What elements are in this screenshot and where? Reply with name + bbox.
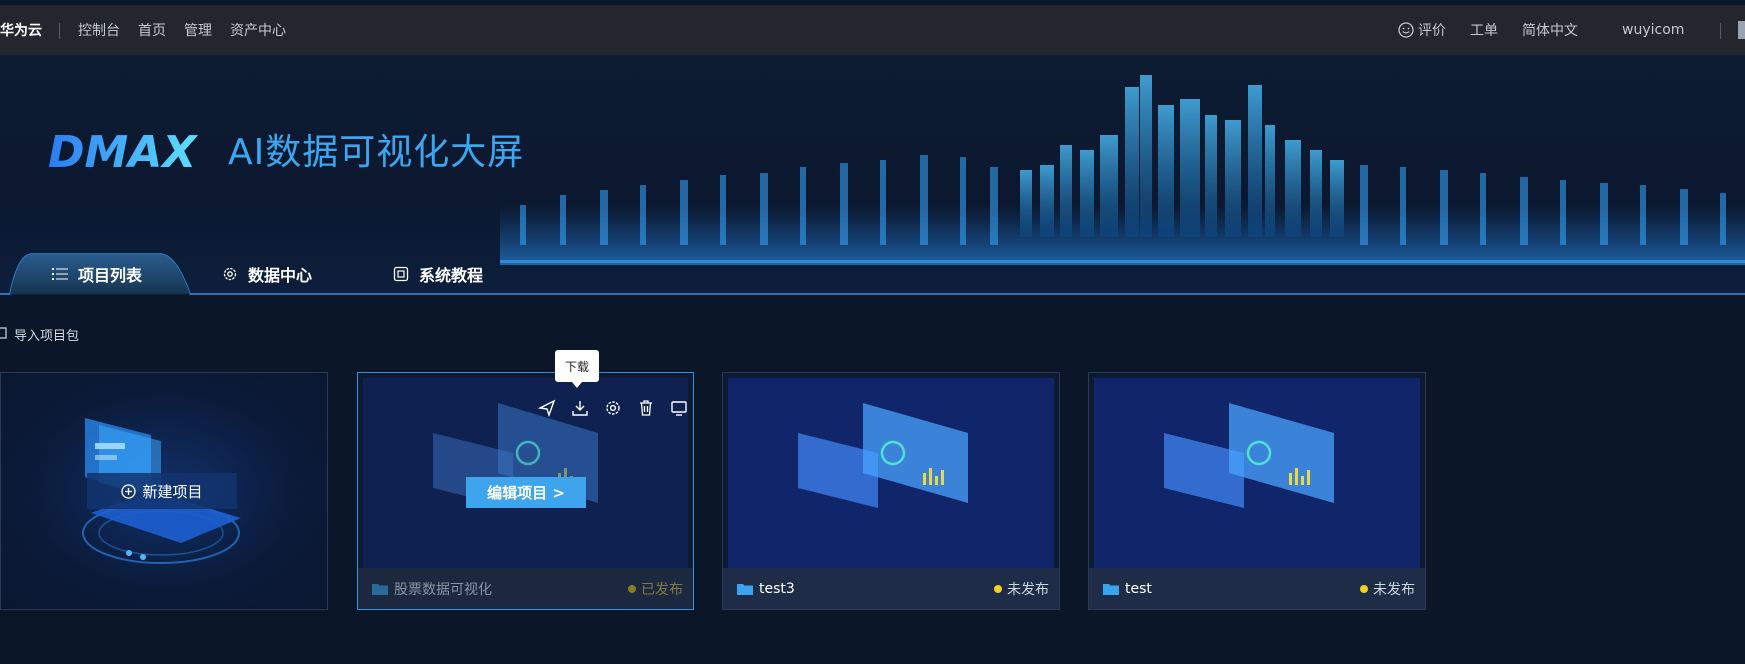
nav-assets[interactable]: 资产中心	[230, 20, 286, 40]
gear-icon	[222, 266, 238, 282]
nav-home[interactable]: 首页	[138, 20, 166, 40]
import-icon	[0, 326, 8, 343]
dmax-logo: DMAX	[48, 127, 198, 175]
folder-icon	[737, 582, 753, 595]
status-label: 未发布	[1373, 581, 1415, 598]
send-icon[interactable]	[536, 397, 558, 419]
tab-label: 项目列表	[78, 266, 143, 285]
new-project-label: 新建项目	[142, 482, 203, 501]
download-icon[interactable]	[569, 397, 591, 419]
tab-label: 系统教程	[419, 266, 484, 285]
project-card[interactable]: test3 未发布	[722, 372, 1060, 610]
status-badge: 未发布	[1360, 579, 1415, 599]
project-name[interactable]: 股票数据可视化	[372, 579, 492, 599]
logo-text: DMAX	[48, 127, 198, 175]
tab-tutorial[interactable]: 系统教程	[393, 252, 483, 296]
right-divider	[1720, 23, 1721, 39]
settings-icon[interactable]	[602, 397, 624, 419]
tab-label: 数据中心	[248, 266, 313, 285]
import-label: 导入项目包	[14, 329, 80, 344]
status-label: 未发布	[1007, 581, 1049, 598]
status-dot	[1360, 584, 1368, 593]
tab-project-list[interactable]: 项目列表	[52, 252, 142, 296]
folder-icon	[1103, 582, 1119, 595]
status-label: 已发布	[641, 581, 683, 598]
smiley-icon	[1398, 22, 1414, 38]
top-bar: 华为云 控制台 首页 管理 资产中心 评价 工单 简体中文 wuyicom	[0, 5, 1745, 55]
project-thumbnail	[1094, 378, 1420, 570]
project-card[interactable]: test 未发布	[1088, 372, 1426, 610]
download-tooltip: 下载	[555, 350, 599, 388]
new-project-card[interactable]: 新建项目	[0, 372, 328, 610]
top-nav: 控制台 首页 管理 资产中心	[78, 20, 286, 40]
preview-icon[interactable]	[668, 397, 690, 419]
brand-divider	[59, 23, 60, 39]
top-right-menu: 评价 工单 简体中文 wuyicom	[1398, 20, 1708, 40]
new-project-button[interactable]: 新建项目	[87, 473, 237, 509]
delete-icon[interactable]	[635, 397, 657, 419]
nav-console[interactable]: 控制台	[78, 20, 120, 40]
project-name-label: 股票数据可视化	[394, 581, 492, 598]
status-badge: 未发布	[994, 579, 1049, 599]
project-thumbnail	[728, 378, 1054, 570]
rate-label: 评价	[1418, 23, 1446, 39]
tutorial-icon	[393, 266, 409, 282]
rate-button[interactable]: 评价	[1398, 20, 1446, 40]
main-tabs: 项目列表 数据中心 系统教程	[0, 252, 1745, 298]
folder-icon	[372, 582, 388, 595]
plus-circle-icon	[121, 483, 137, 499]
status-dot	[628, 584, 636, 593]
project-footer: test3 未发布	[723, 568, 1059, 609]
project-name-label: test3	[759, 580, 795, 597]
project-toolbar	[536, 397, 690, 419]
page-title: AI数据可视化大屏	[228, 132, 525, 173]
tab-data-center[interactable]: 数据中心	[222, 252, 312, 296]
language-select[interactable]: 简体中文	[1522, 20, 1578, 40]
import-package-button[interactable]: 导入项目包	[0, 325, 79, 344]
status-dot	[994, 584, 1002, 593]
project-footer: test 未发布	[1089, 568, 1425, 609]
user-account[interactable]: wuyicom	[1622, 22, 1684, 38]
project-footer: 股票数据可视化 已发布	[358, 568, 693, 609]
nav-manage[interactable]: 管理	[184, 20, 212, 40]
project-name[interactable]: test3	[737, 581, 795, 597]
brand-name[interactable]: 华为云	[0, 20, 42, 40]
cropped-menu-icon[interactable]	[1738, 21, 1745, 39]
ticket-link[interactable]: 工单	[1470, 20, 1498, 40]
project-name-label: test	[1125, 580, 1152, 597]
edit-project-button[interactable]: 编辑项目 >	[466, 477, 586, 508]
status-badge: 已发布	[628, 579, 683, 599]
list-icon	[52, 267, 68, 281]
project-name[interactable]: test	[1103, 581, 1152, 597]
